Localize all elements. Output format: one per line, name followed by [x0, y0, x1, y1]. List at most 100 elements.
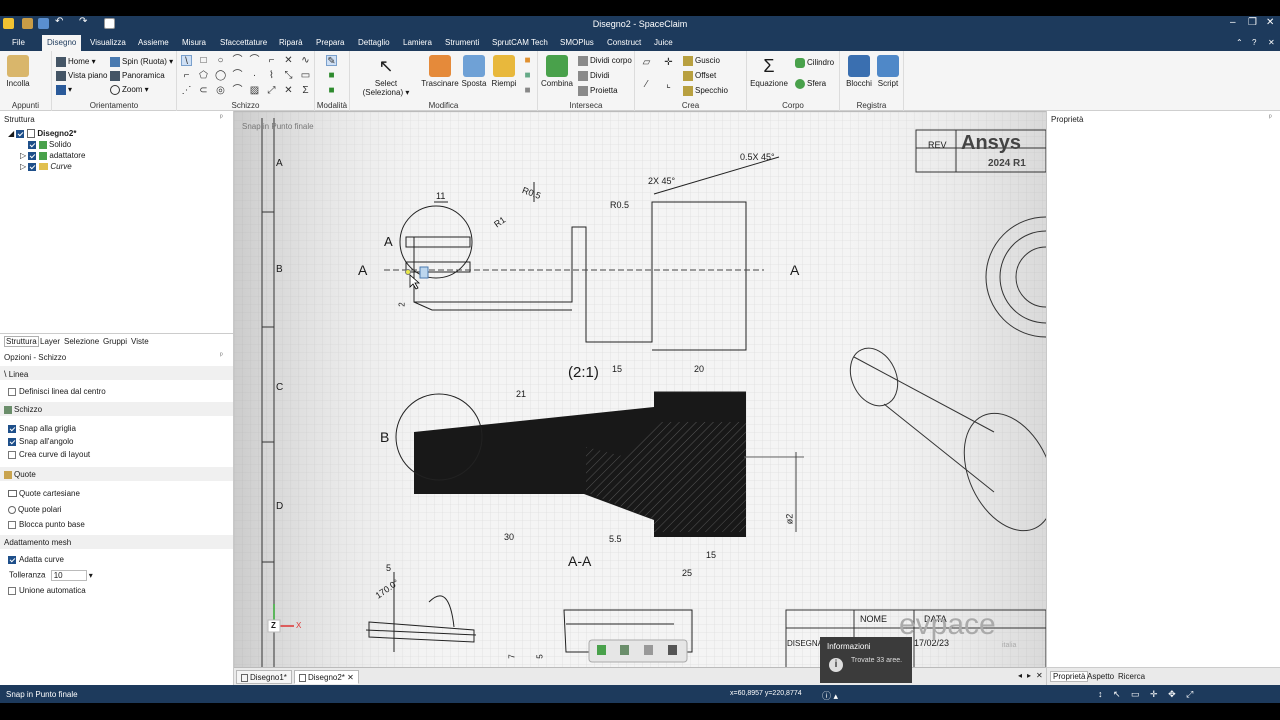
menu-sfaccettature[interactable]: Sfaccettature	[220, 38, 267, 47]
point-icon[interactable]: ·	[249, 70, 260, 81]
scale-icon[interactable]: ✕	[283, 85, 294, 96]
menu-strumenti[interactable]: Strumenti	[445, 38, 479, 47]
dim-05x45[interactable]: 0.5X 45°	[740, 152, 775, 162]
tree-item-root[interactable]: ◢ Disegno2*	[8, 129, 77, 139]
arc-tool-icon[interactable]: ⌒	[232, 55, 243, 66]
spin-button[interactable]: Spin (Ruota) ▾	[110, 57, 173, 67]
project-edge-icon[interactable]: ▭	[300, 70, 311, 81]
section-schizzo[interactable]: Schizzo	[0, 402, 233, 416]
collapse-ribbon-icon[interactable]: ⌃	[1236, 38, 1243, 47]
mini-toolbar-curve-icon[interactable]	[644, 645, 653, 655]
polar-option[interactable]: Quote polari	[8, 505, 62, 514]
visibility-checkbox[interactable]	[28, 151, 37, 160]
dim-7[interactable]: 7	[508, 654, 517, 658]
info-status-icon[interactable]: ⓘ ▴	[822, 689, 838, 702]
visibility-checkbox[interactable]	[28, 140, 36, 149]
tab-close-all-icon[interactable]: ✕	[1036, 671, 1043, 680]
auto-merge-checkbox[interactable]	[8, 586, 16, 595]
fit-curves-checkbox[interactable]	[8, 555, 16, 564]
three-point-circle-icon[interactable]: ◎	[215, 85, 226, 96]
polyline-icon[interactable]: ⌐	[181, 70, 192, 81]
tree-item-adattatore[interactable]: ▷ adattatore	[20, 151, 85, 160]
tree-item-solido[interactable]: Solido	[28, 140, 71, 149]
tab-disegno2[interactable]: Disegno2* ✕	[294, 670, 359, 684]
menu-smoplus[interactable]: SMOPlus	[560, 38, 594, 47]
layout-curves-checkbox[interactable]	[8, 450, 16, 459]
menu-lamiera[interactable]: Lamiera	[403, 38, 432, 47]
ellipse-icon[interactable]: ◯	[215, 70, 226, 81]
pull-button[interactable]: Trascinare	[420, 55, 460, 88]
tangent-arc-icon[interactable]: ⌒	[249, 55, 260, 66]
project-button[interactable]: Proietta	[578, 86, 618, 96]
notification-popup[interactable]: Informazioni i Trovate 33 aree.	[820, 637, 912, 683]
combine-button[interactable]: Combina	[540, 55, 574, 88]
view-tools[interactable]: ↕ ↖ ▭ ✛ ✥ ⤢	[1098, 689, 1197, 700]
fit-curves-option[interactable]: Adatta curve	[8, 555, 64, 564]
sweep-arc-icon[interactable]: ⌐	[266, 55, 277, 66]
tab-proprieta[interactable]: Proprietà	[1050, 671, 1089, 682]
menu-dettaglio[interactable]: Dettaglio	[358, 38, 390, 47]
paste-button[interactable]: Incolla	[4, 55, 32, 88]
define-center-checkbox[interactable]	[8, 387, 16, 396]
offset-curve-icon[interactable]: ⌇	[266, 70, 277, 81]
tab-struttura[interactable]: Struttura	[4, 336, 39, 347]
home-button[interactable]: Home ▾	[56, 57, 96, 67]
mini-toolbar-layer-icon[interactable]	[668, 645, 677, 655]
axis-icon[interactable]: ✛	[663, 57, 674, 68]
lock-base-option[interactable]: Blocca punto base	[8, 520, 85, 529]
modify-tool-3-icon[interactable]: ■	[522, 85, 533, 96]
cylinder-button[interactable]: Cilindro	[795, 58, 834, 68]
define-center-option[interactable]: Definisci linea dal centro	[8, 387, 106, 396]
dim-5-bottom[interactable]: 5	[536, 654, 545, 658]
mini-toolbar-solid-icon[interactable]	[597, 645, 606, 655]
visibility-checkbox[interactable]	[16, 129, 25, 138]
three-point-arc-icon[interactable]: ⌒	[232, 85, 243, 96]
tab-gruppi[interactable]: Gruppi	[103, 337, 127, 346]
tolerance-input[interactable]: 10	[50, 570, 87, 581]
circle-tool-icon[interactable]: ○	[215, 55, 226, 66]
modify-tool-2-icon[interactable]: ■	[522, 70, 533, 81]
restore-button[interactable]: ❐	[1248, 17, 1257, 28]
zoom-button[interactable]: Zoom ▾	[110, 85, 149, 95]
origin-icon[interactable]: ⁄	[641, 79, 652, 90]
tab-scroll-left-icon[interactable]: ◂	[1018, 671, 1022, 680]
tab-viste[interactable]: Viste	[131, 337, 149, 346]
rectangle-tool-icon[interactable]: □	[198, 55, 209, 66]
split-button[interactable]: Dividi	[578, 71, 610, 81]
sphere-button[interactable]: Sfera	[795, 79, 826, 89]
dim-11[interactable]: 11	[436, 191, 445, 201]
menu-assieme[interactable]: Assieme	[138, 38, 169, 47]
menu-ripara[interactable]: Riparà	[279, 38, 303, 47]
visibility-checkbox[interactable]	[28, 162, 37, 171]
tab-ricerca[interactable]: Ricerca	[1118, 672, 1145, 681]
offset-button[interactable]: Offset	[683, 71, 716, 81]
menu-misura[interactable]: Misura	[182, 38, 206, 47]
section-mode-icon[interactable]: ■	[326, 70, 337, 81]
menu-prepara[interactable]: Prepara	[316, 38, 344, 47]
tab-disegno1[interactable]: Disegno1*	[236, 670, 292, 684]
tab-scroll-right-icon[interactable]: ▸	[1027, 671, 1031, 680]
tab-selezione[interactable]: Selezione	[64, 337, 99, 346]
minimize-button[interactable]: –	[1230, 17, 1236, 28]
pan-button[interactable]: Panoramica	[110, 71, 165, 81]
plan-view-button[interactable]: Vista piano	[56, 71, 107, 81]
blocks-button[interactable]: Blocchi	[844, 55, 874, 88]
layout-curves-option[interactable]: Crea curve di layout	[8, 450, 90, 459]
split-body-button[interactable]: Dividi corpo	[578, 56, 632, 66]
trim-icon[interactable]: ✕	[283, 55, 294, 66]
menu-sprutcam[interactable]: SprutCAM Tech	[492, 38, 548, 47]
options-pin-icon[interactable]: ᵖ	[220, 352, 223, 359]
sketch-mode-icon[interactable]: ✎	[326, 55, 337, 67]
dim-15-b[interactable]: 15	[706, 550, 716, 560]
3d-mode-icon[interactable]: ■	[326, 85, 337, 96]
dim-r05-b[interactable]: R0.5	[610, 200, 629, 210]
polygon-icon[interactable]: ⬠	[198, 70, 209, 81]
dim-2[interactable]: 2	[398, 302, 407, 306]
dim-30[interactable]: 30	[504, 532, 514, 542]
dim-2x45[interactable]: 2X 45°	[648, 176, 675, 186]
mirror-button[interactable]: Specchio	[683, 86, 728, 96]
menu-visualizza[interactable]: Visualizza	[90, 38, 126, 47]
move-button[interactable]: Sposta	[460, 55, 488, 88]
slot-icon[interactable]: ⊂	[198, 85, 209, 96]
spline-icon[interactable]: ∿	[300, 55, 311, 66]
